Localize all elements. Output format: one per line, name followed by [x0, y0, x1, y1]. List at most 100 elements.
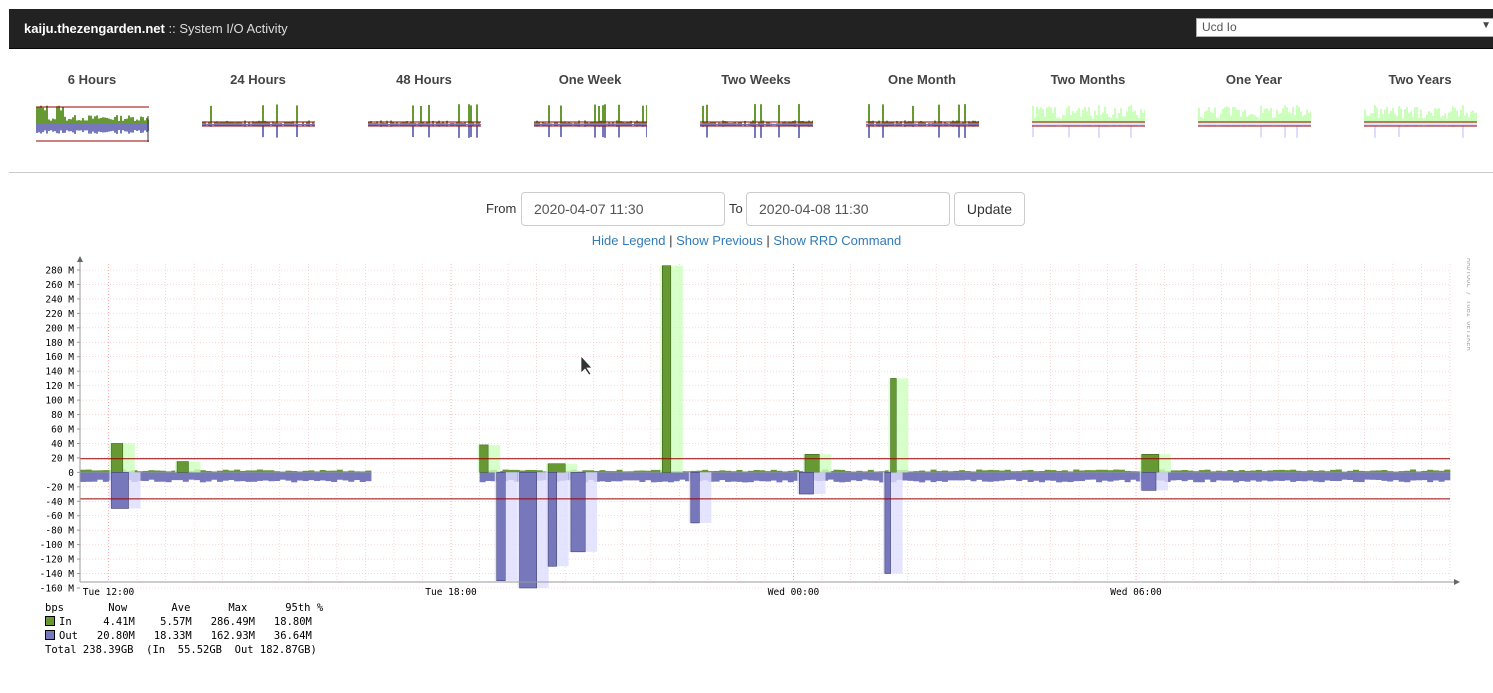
in-bar — [91, 470, 98, 473]
out-bar — [222, 472, 229, 481]
thumbnail-two-weeks[interactable]: Two Weeks — [673, 60, 839, 146]
in-bar — [1004, 469, 1011, 473]
out-bar — [610, 472, 617, 482]
out-bar — [217, 472, 224, 482]
chart-legend: bps Now Ave Max 95th % In 4.41M 5.57M 286… — [45, 601, 323, 657]
thumbnail-two-years[interactable]: Two Years — [1337, 60, 1493, 146]
in-bar — [268, 470, 275, 473]
y-tick-label: -20 M — [45, 482, 74, 493]
out-bar — [1358, 472, 1365, 483]
in-bar — [936, 471, 943, 473]
y-tick-label: 100 M — [45, 396, 74, 407]
thumbnail-48-hours[interactable]: 48 Hours — [341, 60, 507, 146]
hide-legend-link[interactable]: Hide Legend — [592, 233, 666, 248]
out-bar — [171, 472, 178, 481]
in-bar — [953, 470, 960, 473]
out-bar — [1050, 472, 1057, 481]
from-date-input[interactable]: 2020-04-07 11:30 — [521, 192, 725, 226]
in-bar — [1267, 470, 1274, 473]
out-bar — [1227, 472, 1234, 481]
out-bar — [279, 472, 286, 480]
in-spike — [890, 378, 897, 473]
out-bar — [639, 472, 646, 482]
out-bar — [719, 472, 726, 481]
out-bar — [97, 472, 104, 480]
out-bar — [1364, 472, 1371, 480]
in-bar — [508, 469, 515, 473]
y-tick-label: 240 M — [45, 294, 74, 305]
mouse-cursor-icon — [580, 355, 593, 376]
thumbnail-one-week[interactable]: One Week — [507, 60, 673, 146]
thumbnail-two-months[interactable]: Two Months — [1005, 60, 1171, 146]
out-bar — [673, 472, 680, 482]
out-bar — [1381, 472, 1388, 481]
in-bar — [639, 470, 646, 473]
out-bar — [1215, 472, 1222, 481]
in-bar — [1084, 470, 1091, 473]
thumbnail-24-hours[interactable]: 24 Hours — [175, 60, 341, 146]
in-bar — [217, 470, 224, 473]
in-bar — [1238, 470, 1245, 473]
to-date-input[interactable]: 2020-04-08 11:30 — [746, 192, 950, 226]
in-bar — [1301, 471, 1308, 473]
date-range-form: From 2020-04-07 11:30 To 2020-04-08 11:3… — [0, 192, 1493, 226]
graph-select[interactable]: Ucd Io ▼ — [1196, 18, 1493, 37]
x-axis-arrow — [1454, 579, 1460, 585]
in-bar — [336, 469, 343, 473]
y-tick-label: 20 M — [51, 453, 74, 464]
thumbnail-6-hours[interactable]: 6 Hours — [9, 60, 175, 146]
out-bar — [148, 472, 155, 480]
thumbnail-graph — [533, 104, 647, 138]
in-bar — [736, 469, 743, 473]
out-bar — [1313, 472, 1320, 482]
out-bar — [154, 472, 161, 482]
in-bar — [1067, 471, 1074, 473]
out-bar — [319, 472, 326, 481]
thumbnail-one-year[interactable]: One Year — [1171, 60, 1337, 146]
in-spike — [547, 463, 566, 473]
in-bar — [1324, 471, 1331, 473]
in-bar — [1313, 471, 1320, 473]
out-bar — [302, 472, 309, 482]
out-bar — [1073, 472, 1080, 482]
out-bar — [1198, 472, 1205, 483]
show-previous-link[interactable]: Show Previous — [676, 233, 763, 248]
in-bar — [913, 471, 920, 473]
in-bar — [964, 471, 971, 473]
thumbnail-one-month[interactable]: One Month — [839, 60, 1005, 146]
in-bar — [228, 470, 235, 473]
out-bar — [679, 472, 686, 480]
y-tick-label: 80 M — [51, 410, 74, 421]
out-bar — [730, 472, 737, 482]
out-bar — [599, 472, 606, 482]
in-bar — [1432, 470, 1439, 473]
thumbnail-title: 48 Hours — [396, 72, 452, 87]
show-rrd-command-link[interactable]: Show RRD Command — [773, 233, 901, 248]
in-bar — [536, 470, 543, 473]
out-bar — [936, 472, 943, 482]
in-bar — [1113, 469, 1120, 473]
out-bar — [1444, 472, 1451, 481]
y-tick-label: -120 M — [40, 555, 75, 566]
out-spike — [884, 472, 891, 574]
in-bar — [879, 471, 886, 473]
out-bar — [850, 472, 857, 481]
out-bar — [262, 472, 269, 481]
thumbnail-graph — [1363, 105, 1477, 138]
update-button[interactable]: Update — [954, 192, 1025, 226]
out-bar — [765, 472, 772, 482]
in-bar — [1352, 469, 1359, 473]
out-bar — [199, 472, 206, 483]
out-bar — [1318, 472, 1325, 483]
in-bar — [1016, 471, 1023, 473]
in-bar — [234, 469, 241, 473]
thumbnail-title: 24 Hours — [230, 72, 286, 87]
in-spike — [176, 461, 189, 473]
in-bar — [154, 470, 161, 473]
in-bar — [1370, 470, 1377, 473]
out-bar — [1130, 472, 1137, 480]
host-link[interactable]: kaiju.thezengarden.net — [24, 21, 165, 36]
out-bar — [856, 472, 863, 482]
out-bar — [1335, 472, 1342, 482]
out-bar — [274, 472, 281, 482]
